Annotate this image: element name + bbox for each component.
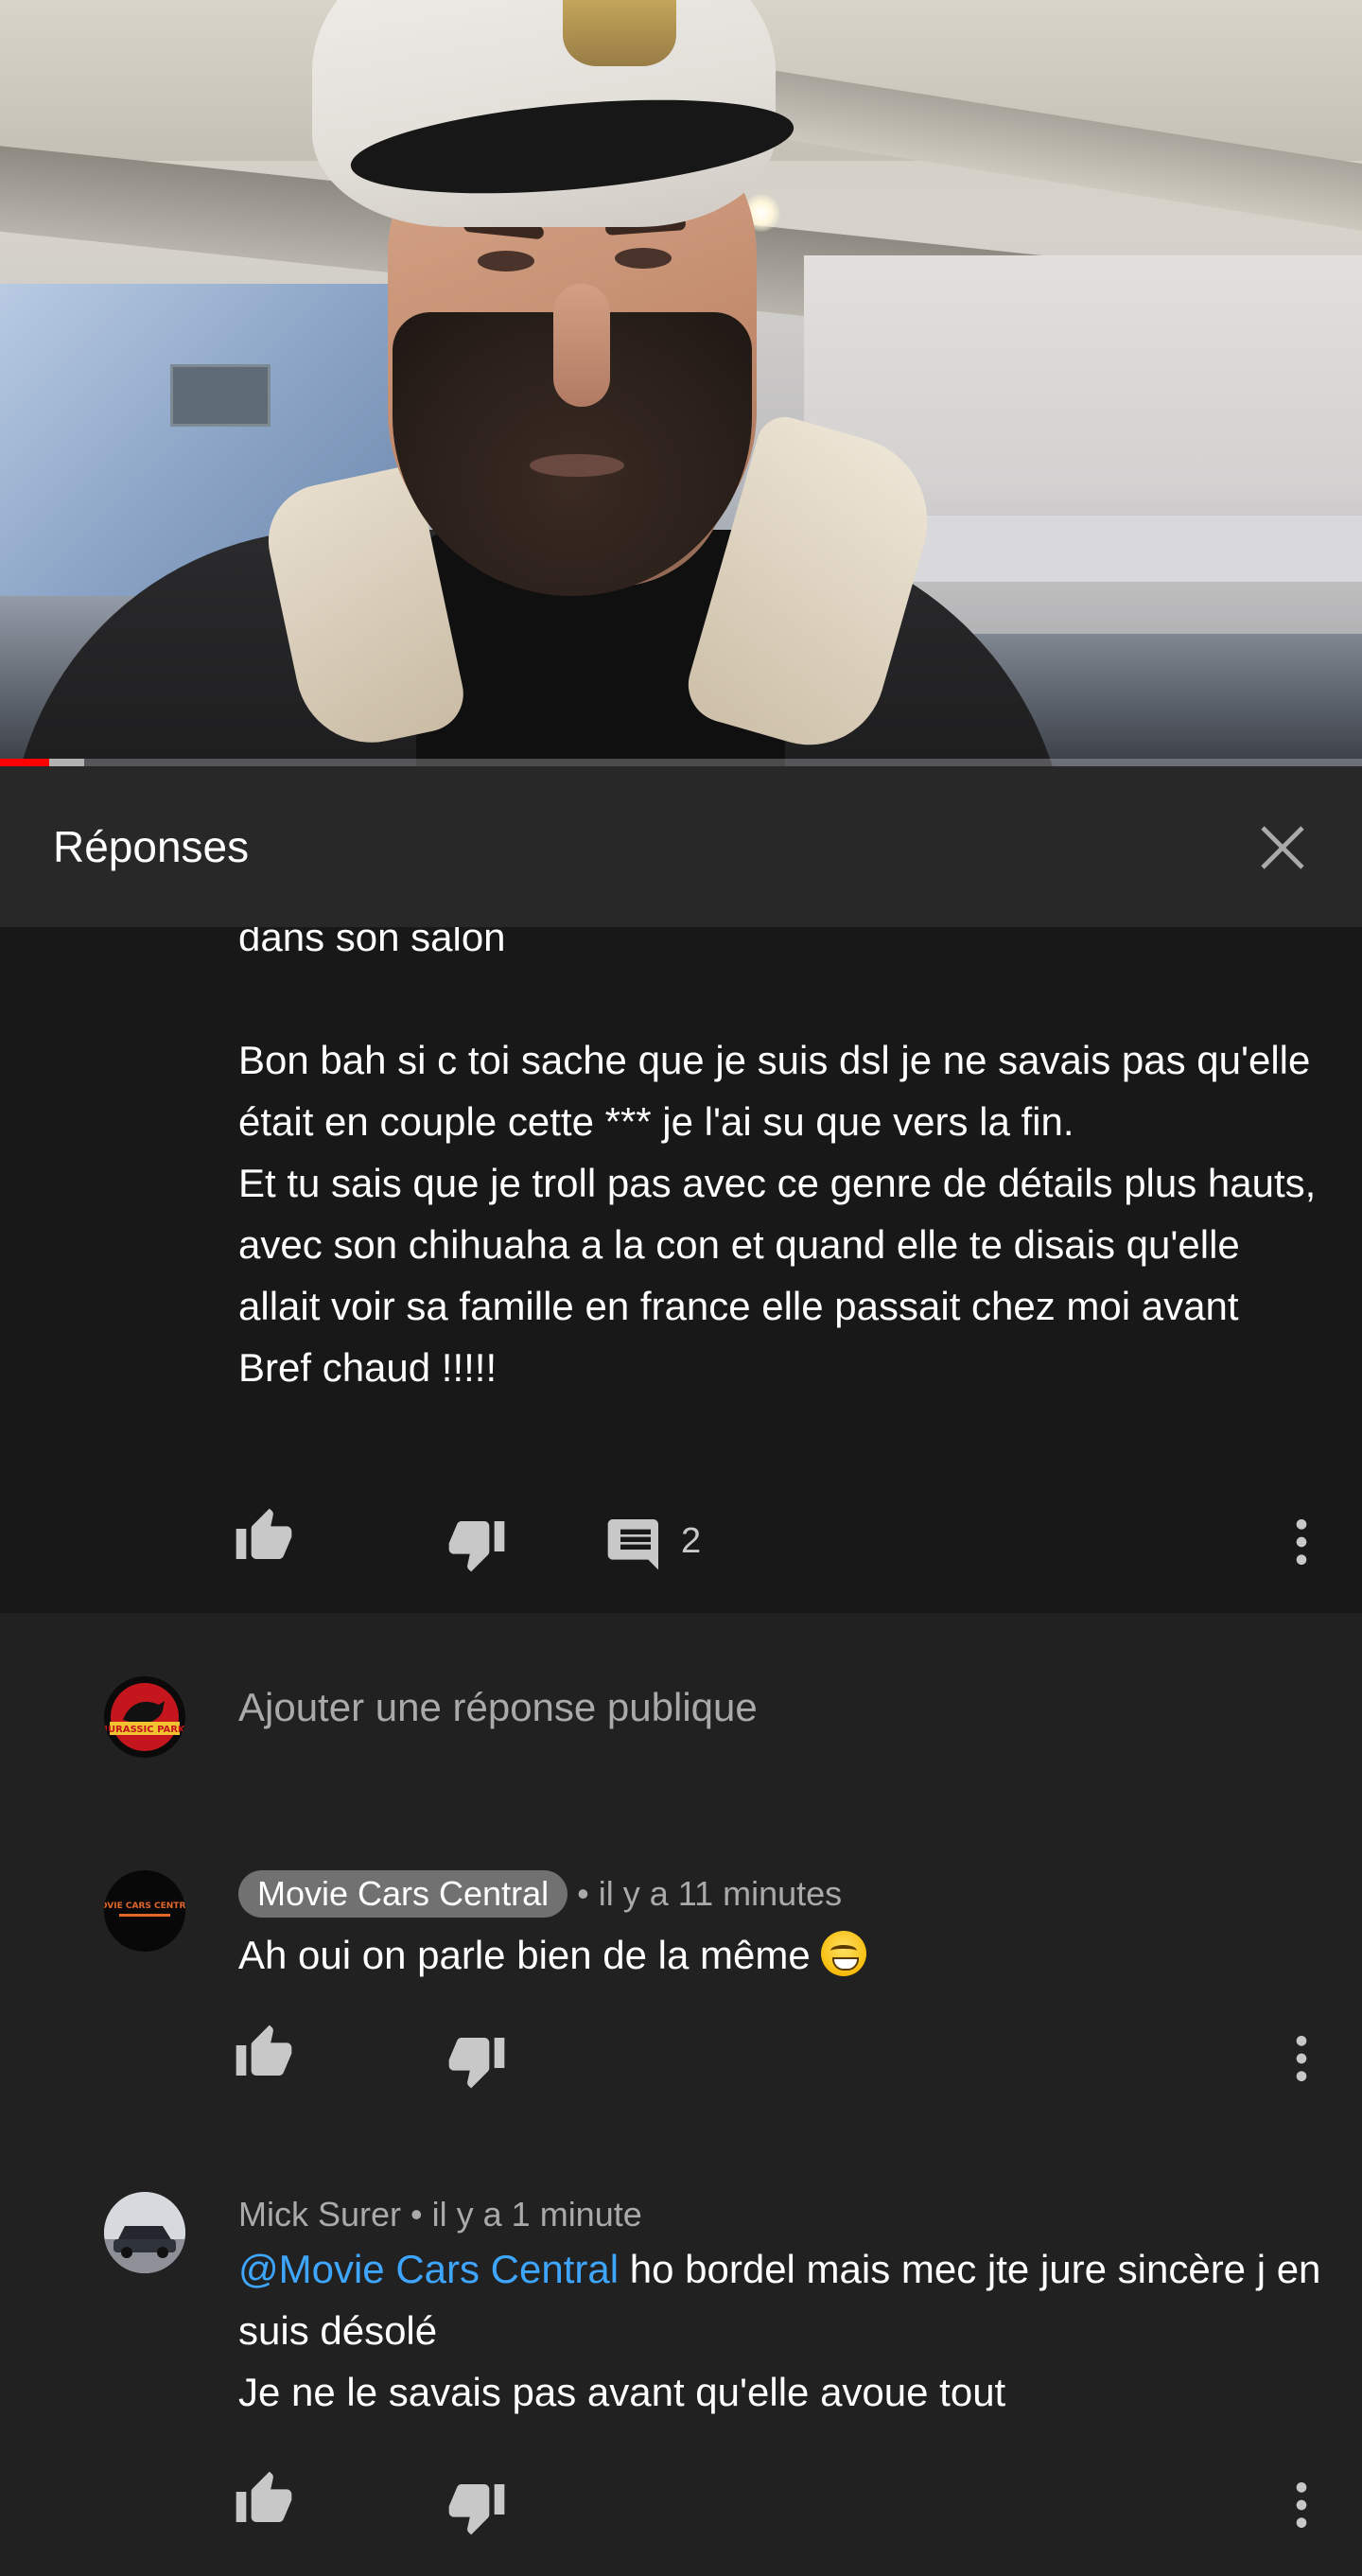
like-button[interactable] [234, 2023, 294, 2083]
author-avatar[interactable]: MOVIE CARS CENTRAL [104, 1870, 185, 1952]
reply-count-button[interactable] [605, 1512, 666, 1572]
movie-cars-central-logo-icon: MOVIE CARS CENTRAL [104, 1870, 185, 1952]
video-progress-bar[interactable] [0, 759, 49, 766]
reply-timestamp: • il y a 11 minutes [577, 1874, 843, 1913]
more-options-button[interactable] [1271, 2475, 1332, 2535]
thumbs-down-icon [448, 1521, 505, 1572]
car-photo-avatar-icon [104, 2192, 185, 2273]
author-avatar[interactable] [104, 2192, 185, 2273]
person-nose [553, 284, 610, 407]
reply-item: MOVIE CARS CENTRAL Movie Cars Central • … [0, 1814, 1362, 2100]
more-options-button[interactable] [1271, 1512, 1332, 1572]
dislike-button[interactable] [446, 1514, 507, 1574]
svg-text:JURASSIC PARK: JURASSIC PARK [104, 1725, 185, 1735]
person-mouth [530, 454, 624, 477]
dislike-button[interactable] [446, 2477, 507, 2537]
person-eye [478, 251, 534, 272]
user-avatar: JURASSIC PARK [104, 1676, 185, 1758]
thumbs-down-icon [448, 2484, 505, 2535]
reply-count: 2 [681, 1521, 702, 1561]
video-player[interactable] [0, 0, 1362, 766]
person-eye [615, 248, 672, 269]
parent-comment-actions: 2 [0, 1506, 1362, 1582]
reply-text: @Movie Cars Central ho bordel mais mec j… [238, 2238, 1326, 2423]
more-vert-icon [1296, 2482, 1307, 2528]
reply-meta: Mick Surer • il y a 1 minute [238, 2195, 642, 2234]
more-vert-icon [1296, 2036, 1307, 2081]
reply-actions [0, 2023, 1362, 2098]
panel-title: Réponses [53, 822, 250, 871]
svg-text:MOVIE CARS CENTRAL: MOVIE CARS CENTRAL [104, 1901, 185, 1911]
author-name[interactable]: Mick Surer [238, 2195, 401, 2234]
thumbs-up-icon [236, 2471, 292, 2522]
more-options-button[interactable] [1271, 2028, 1332, 2089]
parent-comment: dans son salon Bon bah si c toi sache qu… [0, 927, 1362, 1613]
reply-item: Mick Surer • il y a 1 minute @Movie Cars… [0, 2176, 1362, 2576]
dislike-button[interactable] [446, 2030, 507, 2091]
thumbs-down-icon [448, 2038, 505, 2089]
close-icon [1261, 826, 1304, 869]
video-progress-track[interactable] [0, 759, 1362, 766]
grinning-sweat-emoji-icon [821, 1931, 867, 1976]
parent-comment-text: dans son salon Bon bah si c toi sache qu… [238, 927, 1317, 1390]
like-button[interactable] [234, 2469, 294, 2530]
reply-meta: Movie Cars Central • il y a 11 minutes [238, 1870, 842, 1918]
like-button[interactable] [234, 1506, 294, 1567]
reply-text-body: Ah oui on parle bien de la même [238, 1933, 811, 1977]
add-reply-box[interactable]: JURASSIC PARK Ajouter une réponse publiq… [0, 1613, 1362, 1817]
jurassic-park-logo-icon: JURASSIC PARK [104, 1676, 185, 1758]
reply-text: Ah oui on parle bien de la même [238, 1924, 1326, 1986]
thumbs-up-icon [236, 1508, 292, 1559]
author-name-chip[interactable]: Movie Cars Central [238, 1870, 568, 1918]
mention-link[interactable]: @Movie Cars Central [238, 2247, 619, 2291]
reply-timestamp: • il y a 1 minute [410, 2195, 642, 2234]
thumbs-up-icon [236, 2024, 292, 2076]
video-frame-sign [170, 364, 271, 427]
close-button[interactable] [1248, 814, 1317, 882]
replies-header: Réponses [0, 766, 1362, 928]
comment-icon [607, 1519, 658, 1570]
more-vert-icon [1296, 1519, 1307, 1565]
reply-actions [0, 2469, 1362, 2545]
reply-input-placeholder[interactable]: Ajouter une réponse publique [238, 1685, 758, 1730]
person-cap-logo [563, 0, 676, 66]
